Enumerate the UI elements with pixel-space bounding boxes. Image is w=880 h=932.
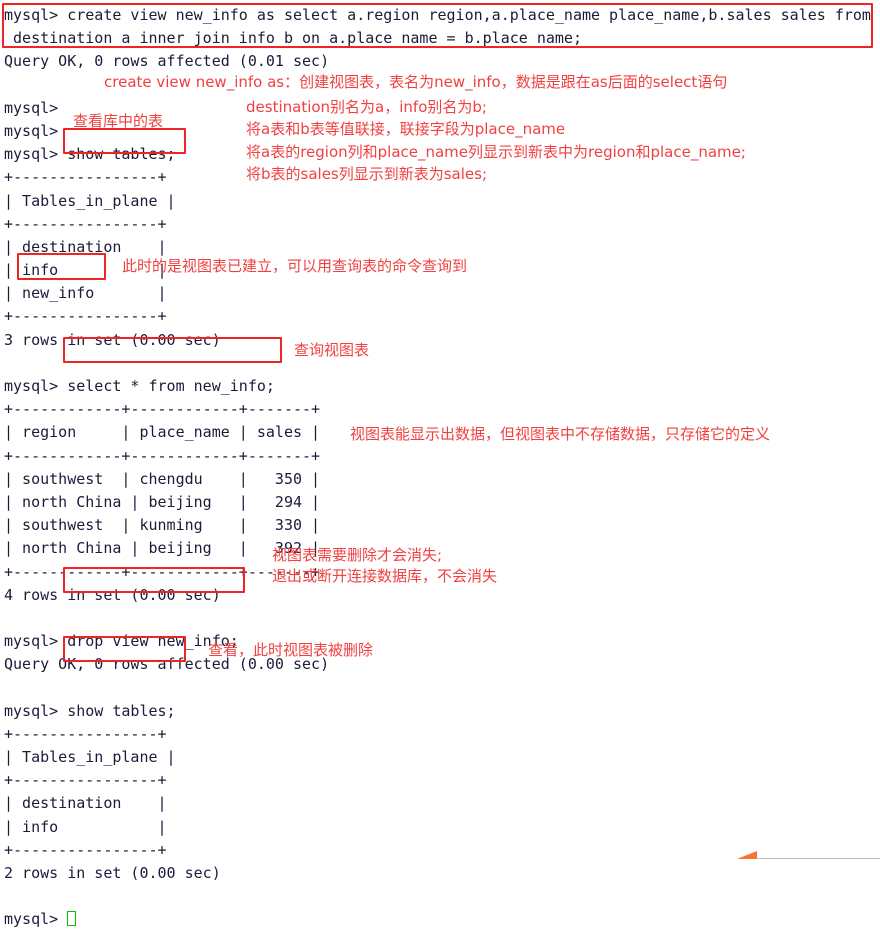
- terminal-line: | southwest | kunming | 330 |: [4, 516, 321, 535]
- note-create-view: create view new_info as：创建视图表，表名为new_inf…: [104, 73, 728, 91]
- terminal-line: +----------------+: [4, 771, 167, 790]
- terminal-line: | north China | beijing | 294 |: [4, 492, 321, 511]
- terminal-line: +------------+------------+-------+: [4, 400, 321, 419]
- terminal-line: | Tables_in_plane |: [4, 191, 176, 210]
- terminal-line: Query OK, 0 rows affected (0.00 sec): [4, 655, 330, 674]
- terminal-line: | Tables_in_plane |: [4, 748, 176, 766]
- note-no-storage: 视图表能显示出数据，但视图表中不存储数据，只存储它的定义: [350, 425, 771, 443]
- terminal-cursor: [67, 911, 77, 927]
- terminal-line: mysql> show tables;: [4, 701, 176, 720]
- terminal-line: +----------------+: [4, 307, 167, 326]
- note-columns-b: 将b表的sales列显示到新表为sales;: [246, 165, 488, 183]
- note-columns-a: 将a表的region列和place_name列显示到新表中为region和pla…: [246, 143, 746, 161]
- note-query-view: 查询视图表: [294, 341, 370, 359]
- bottom-divider: [757, 858, 880, 859]
- terminal-line: 2 rows in set (0.00 sec): [4, 863, 221, 882]
- terminal-line: 4 rows in set (0.00 sec): [4, 585, 221, 604]
- terminal-line: | southwest | chengdu | 350 |: [4, 469, 321, 488]
- note-view-created: 此时的是视图表已建立，可以用查询表的命令查询到: [122, 257, 468, 275]
- terminal-line: mysql> drop view new_info;: [4, 632, 239, 651]
- terminal-line: | info |: [4, 817, 167, 836]
- note-drop-required: 视图表需要删除才会消失;: [272, 546, 443, 564]
- terminal-line: +------------+------------+-------+: [4, 446, 321, 465]
- terminal-line: mysql> create view new_info as select a.…: [4, 6, 871, 24]
- note-join: 将a表和b表等值联接，联接字段为place_name: [246, 120, 566, 138]
- terminal-line: mysql>: [4, 908, 880, 931]
- note-show-tables-1: 查看库中的表: [73, 112, 164, 130]
- note-persist: 退出或断开连接数据库，不会消失: [272, 567, 498, 585]
- terminal-line: +----------------+: [4, 724, 167, 743]
- terminal-line: destination a inner join info b on a.pla…: [4, 29, 582, 48]
- orange-corner-mark: [737, 851, 757, 859]
- terminal-line: +----------------+: [4, 214, 167, 233]
- terminal-line: 3 rows in set (0.00 sec): [4, 330, 221, 349]
- terminal-line: Query OK, 0 rows affected (0.01 sec): [4, 52, 330, 71]
- terminal-line: | destination |: [4, 794, 167, 813]
- terminal-line: mysql> select * from new_info;: [4, 377, 275, 395]
- note-alias: destination别名为a，info别名为b;: [246, 98, 487, 116]
- note-after-drop: 查看，此时视图表被删除: [208, 641, 374, 659]
- terminal-line: | new_info |: [4, 284, 167, 303]
